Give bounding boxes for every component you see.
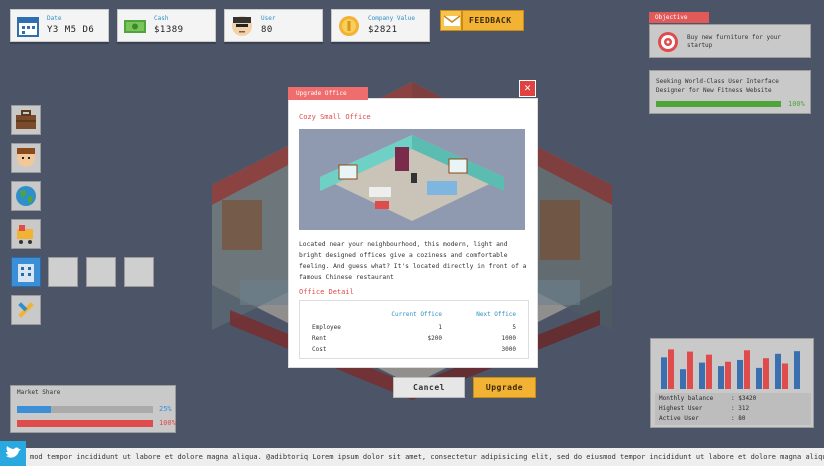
finance-bar-red	[725, 361, 731, 389]
detail-row-next: 5	[512, 324, 516, 331]
target-icon	[658, 32, 678, 52]
globe-button[interactable]	[11, 181, 41, 211]
detail-row-label: Employee	[312, 324, 341, 331]
detail-row-current: $200	[427, 335, 442, 342]
date-label: Date	[47, 15, 62, 22]
office-detail-title: Office Detail	[299, 288, 354, 296]
finance-bar-blue	[680, 369, 686, 389]
finance-bar-blue	[718, 366, 724, 389]
office-description: Located near your neighbourhood, this mo…	[299, 241, 527, 281]
cancel-button[interactable]: Cancel	[393, 377, 465, 398]
office-detail-table: Current Office Next Office Employee 1 5 …	[299, 300, 529, 359]
finance-bar-blue	[794, 351, 800, 389]
briefcase-button[interactable]	[11, 105, 41, 135]
finance-bar-red	[706, 354, 712, 389]
objective-progress-track	[656, 101, 781, 107]
detail-row-next: 1000	[501, 335, 516, 342]
finance-bar-blue	[661, 357, 667, 389]
person-icon	[17, 148, 35, 167]
wrench-icon	[18, 302, 34, 318]
shopping-cart-icon	[17, 225, 33, 244]
finance-row-2-value: : 312	[731, 405, 750, 412]
shop-button[interactable]	[11, 219, 41, 249]
market-share-fill-1	[17, 406, 51, 413]
globe-icon	[16, 186, 36, 206]
envelope-icon	[441, 11, 463, 30]
cash-icon	[124, 20, 146, 33]
finance-bar-blue	[775, 353, 781, 389]
finance-bar-blue	[756, 367, 762, 389]
finance-bar-red	[668, 349, 674, 389]
market-share-bar-1	[17, 406, 153, 413]
finance-row-1-label: Monthly balance	[659, 395, 714, 402]
briefcase-icon	[16, 110, 36, 129]
objective-item-1[interactable]: Buy new furniture for your startup	[649, 24, 811, 58]
market-share-fill-2	[17, 420, 153, 427]
objective-tag: Objective	[649, 12, 709, 23]
detail-header-next: Next Office	[476, 311, 516, 318]
market-share-label-1: 25%	[159, 405, 172, 413]
company-value-value: $2821	[368, 25, 398, 35]
objective-text-2: Seeking World-Class User Interface Desig…	[656, 78, 779, 94]
cash-label: Cash	[154, 15, 169, 22]
cash-value: $1389	[154, 25, 184, 35]
market-share-label-2: 100%	[159, 419, 176, 427]
finance-bar-blue	[737, 359, 743, 389]
employee-button[interactable]	[11, 143, 41, 173]
close-modal-button[interactable]: ✕	[519, 80, 536, 97]
detail-row-current: 1	[438, 324, 442, 331]
company-value-card: Company Value $2821	[331, 9, 430, 42]
feedback-button[interactable]: FEEDBACK	[440, 10, 524, 31]
finance-rows: Monthly balance : $3420 Highest User : 3…	[655, 393, 811, 425]
finance-bar-red	[687, 351, 693, 389]
modal-title: Upgrade Office	[288, 87, 368, 100]
finance-row-2-label: Highest User	[659, 405, 703, 412]
user-value: 80	[261, 25, 273, 35]
coin-icon	[339, 16, 359, 36]
finance-row-1-value: : $3420	[731, 395, 757, 402]
objective-text-1: Buy new furniture for your startup	[687, 34, 781, 49]
empty-slot-2[interactable]	[86, 257, 116, 287]
date-card: Date Y3 M5 D6	[10, 9, 109, 42]
user-avatar-icon	[232, 16, 252, 36]
detail-header-current: Current Office	[391, 311, 442, 318]
calendar-icon	[17, 17, 39, 37]
cash-card: Cash $1389	[117, 9, 216, 42]
empty-slot-3[interactable]	[124, 257, 154, 287]
office-preview-image	[299, 129, 525, 230]
finance-bar-red	[763, 358, 769, 389]
date-value: Y3 M5 D6	[47, 25, 95, 35]
user-label: User	[261, 15, 276, 22]
finance-row-3-value: : 80	[731, 415, 746, 422]
office-button[interactable]	[11, 257, 41, 287]
upgrade-office-modal: Upgrade Office Cozy Small Office Located…	[288, 87, 537, 367]
news-ticker: mod tempor incididunt ut labore et dolor…	[0, 448, 824, 466]
upgrade-button[interactable]: Upgrade	[473, 377, 536, 398]
finance-panel: Monthly balance : $3420 Highest User : 3…	[650, 338, 814, 428]
finance-bar-red	[782, 363, 788, 389]
feedback-label: FEEDBACK	[469, 16, 512, 25]
objective-item-2[interactable]: Seeking World-Class User Interface Desig…	[649, 70, 811, 114]
market-share-panel: Market Share 25% 100%	[10, 385, 176, 433]
twitter-bird-icon	[6, 446, 21, 458]
detail-row-next: 3000	[501, 346, 516, 353]
market-share-title: Market Share	[17, 389, 61, 396]
detail-row-label: Rent	[312, 335, 327, 342]
finance-bar-chart	[661, 349, 800, 389]
settings-button[interactable]	[11, 295, 41, 325]
user-card: User 80	[224, 9, 323, 42]
building-icon	[18, 264, 34, 282]
objective-progress-fill	[656, 101, 781, 107]
twitter-button[interactable]	[0, 441, 26, 466]
ticker-text: mod tempor incididunt ut labore et dolor…	[30, 453, 824, 461]
detail-row-label: Cost	[312, 346, 327, 353]
finance-row-3-label: Active User	[659, 415, 699, 422]
finance-bar-red	[744, 350, 750, 389]
company-value-label: Company Value	[368, 15, 415, 22]
finance-bar-blue	[699, 362, 705, 389]
empty-slot-1[interactable]	[48, 257, 78, 287]
objective-progress-label: 100%	[788, 100, 805, 108]
office-name: Cozy Small Office	[299, 113, 371, 121]
market-share-bar-2	[17, 420, 153, 427]
